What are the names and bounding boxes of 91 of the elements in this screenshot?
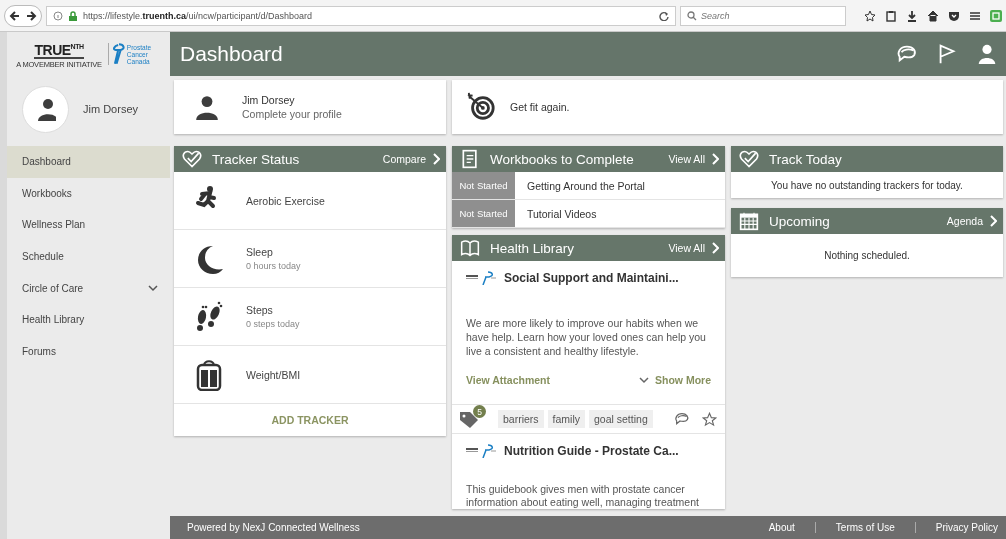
sidebar-item[interactable]: Schedule <box>7 240 170 273</box>
panel-title: Workbooks to Complete <box>490 151 635 167</box>
footer-link[interactable]: Privacy Policy <box>914 522 998 533</box>
user-name: Jim Dorsey <box>83 103 138 115</box>
goal-text: Get fit again. <box>510 101 570 113</box>
book-icon <box>460 238 480 258</box>
star-icon[interactable] <box>702 411 717 427</box>
forward-icon[interactable] <box>25 9 37 22</box>
shield-icon[interactable] <box>948 9 960 22</box>
header-link[interactable]: Compare <box>382 153 440 165</box>
sidebar-item[interactable]: Forums <box>7 335 170 368</box>
clipboard-icon[interactable] <box>885 9 897 22</box>
tracker-row[interactable]: Weight/BMI <box>174 346 446 404</box>
article-summary: This guidebook gives men with prostate cancer information about eating well, managing treatment <box>466 483 700 509</box>
heart-check-icon <box>182 149 202 169</box>
chat-icon[interactable] <box>674 411 690 427</box>
menu-icon[interactable] <box>969 9 981 22</box>
chat-icon[interactable] <box>896 43 918 65</box>
count-badge: 5 <box>473 405 486 418</box>
extension-icon[interactable] <box>990 9 1002 22</box>
panel-title: Health Library <box>490 240 576 256</box>
avatar[interactable] <box>22 85 69 133</box>
chevron-right-icon <box>432 153 440 165</box>
home-icon[interactable] <box>927 9 939 22</box>
chevron-right-icon <box>989 215 997 227</box>
workbook-link[interactable]: Tutorial Videos <box>515 200 597 227</box>
calendar-icon <box>739 211 759 231</box>
sidebar-item[interactable]: Dashboard <box>7 146 170 178</box>
profile-card[interactable]: Jim Dorsey Complete your profile <box>174 80 446 134</box>
reload-icon[interactable] <box>659 10 669 21</box>
tracker-row[interactable]: Sleep 0 hours today <box>174 230 446 288</box>
logo-icon <box>466 443 496 458</box>
search-field[interactable]: Search <box>680 5 846 26</box>
profile-name: Jim Dorsey <box>242 94 296 106</box>
chevron-right-icon <box>711 242 719 254</box>
panel-title: Tracker Status <box>212 151 301 167</box>
empty-message: Nothing scheduled. <box>823 249 911 263</box>
info-icon <box>53 10 63 21</box>
panel-title: Upcoming <box>769 213 831 229</box>
tracker-row[interactable]: Aerobic Exercise <box>174 172 446 230</box>
tracker-detail: 0 steps today <box>246 319 300 329</box>
person-icon <box>35 97 56 121</box>
footer-link[interactable]: Terms of Use <box>814 522 915 533</box>
article-summary: We are more likely to improve our habits when we have help. Learn how your loved ones can help you live a consistent and healthy lifestyle. <box>466 316 707 358</box>
heart-check-icon <box>739 149 759 169</box>
status-label: Not Started <box>452 172 515 199</box>
status-label: Not Started <box>452 200 515 227</box>
address-bar[interactable]: https://lifestyle.truenth.ca/ui/ncw/participant/d/Dashboard <box>46 5 676 26</box>
tag-chip[interactable]: barriers <box>498 410 544 428</box>
tag-chip[interactable]: family <box>547 410 585 428</box>
header-link[interactable]: View All <box>668 242 719 254</box>
search-input[interactable]: Search <box>701 10 839 21</box>
target-icon <box>466 92 496 122</box>
profile-hint: Complete your profile <box>242 108 342 120</box>
article-title[interactable]: Social Support and Maintaini... <box>504 270 679 285</box>
sidebar-item[interactable]: Circle of Care <box>7 272 170 304</box>
chevron-down-icon <box>639 376 649 384</box>
tracker-row[interactable]: Steps 0 steps today <box>174 288 446 346</box>
page-title: Dashboard <box>180 42 284 66</box>
sidebar-item[interactable]: Workbooks <box>7 177 170 210</box>
url-text: https://lifestyle.truenth.ca/ui/ncw/participant/d/Dashboard <box>83 10 314 21</box>
back-icon[interactable] <box>9 9 21 22</box>
footer-link[interactable]: About <box>748 522 815 533</box>
sidebar-item[interactable]: Wellness Plan <box>7 209 170 241</box>
logo-icon <box>466 270 496 285</box>
view-attachment-link[interactable]: View Attachment <box>466 374 551 386</box>
goal-card[interactable]: Get fit again. <box>452 80 1003 134</box>
user-icon[interactable] <box>976 43 998 65</box>
chevron-down-icon[interactable] <box>148 284 158 293</box>
header-link[interactable]: View All <box>668 153 719 165</box>
tracker-name: Aerobic Exercise <box>246 194 325 207</box>
search-icon <box>687 10 697 21</box>
star-icon[interactable] <box>864 9 876 22</box>
lock-icon <box>68 10 78 21</box>
notebook-icon <box>460 149 480 169</box>
powered-by-text: Powered by NexJ Connected Wellness <box>187 522 360 533</box>
tracker-name: Weight/BMI <box>246 368 301 381</box>
download-icon[interactable] <box>906 9 918 22</box>
brand-logo-text: TRUE$^{NTH}$ <box>34 38 84 60</box>
ribbon-icon <box>112 43 125 65</box>
header-link[interactable]: Agenda <box>946 215 997 227</box>
tag-chip[interactable]: goal setting <box>589 410 653 428</box>
empty-message: You have no outstanding trackers for today. <box>770 178 964 193</box>
tracker-detail: 0 hours today <box>246 261 301 271</box>
article-title[interactable]: Nutrition Guide - Prostate Ca... <box>504 443 679 458</box>
tracker-name: Sleep <box>246 246 274 258</box>
panel-title: Track Today <box>769 151 843 167</box>
sidebar-item[interactable]: Health Library <box>7 303 170 336</box>
tracker-name: Steps <box>246 304 274 316</box>
workbook-link[interactable]: Getting Around the Portal <box>515 172 645 199</box>
chevron-right-icon <box>711 153 719 165</box>
